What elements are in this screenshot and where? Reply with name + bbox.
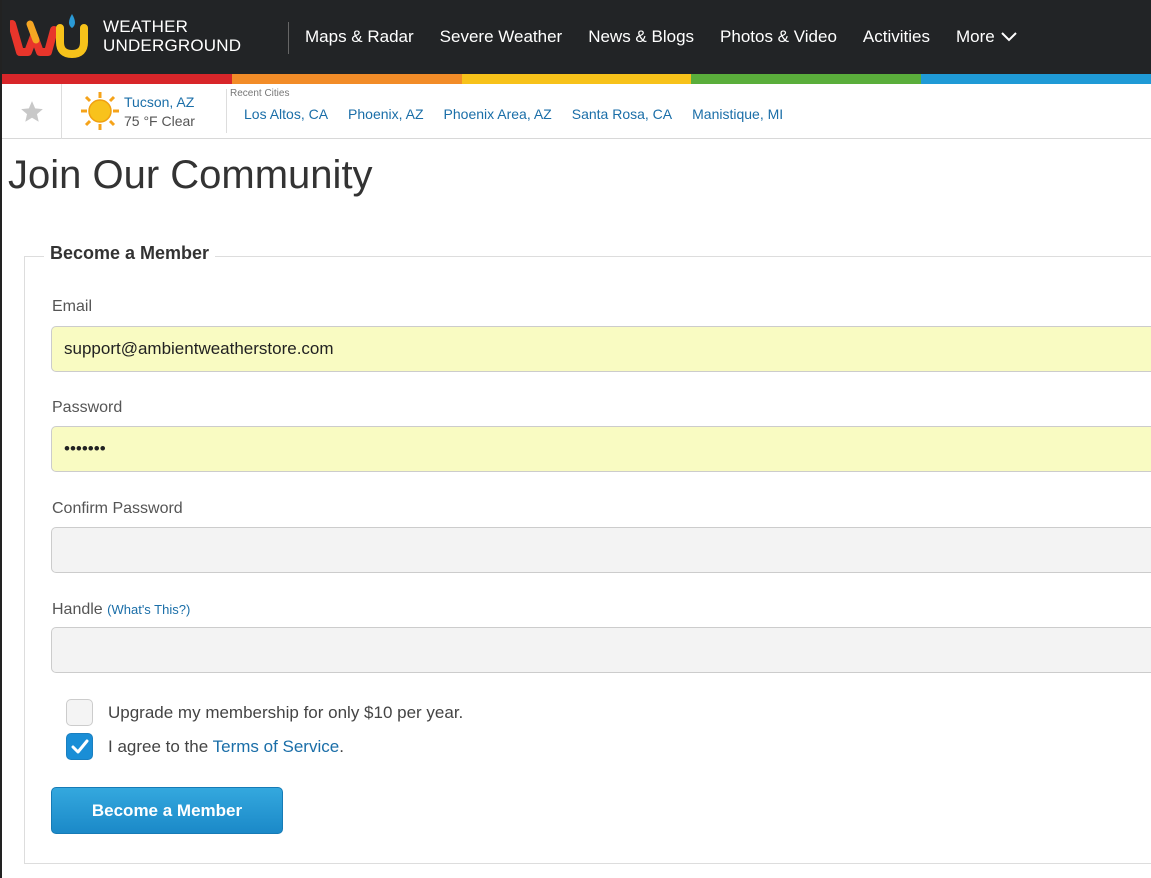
email-field[interactable] <box>51 326 1151 372</box>
fieldset-legend: Become a Member <box>44 243 216 264</box>
upgrade-checkbox[interactable] <box>66 699 93 726</box>
confirm-password-label: Confirm Password <box>52 500 183 517</box>
nav-activities[interactable]: Activities <box>863 27 930 47</box>
nav-menu: Maps & Radar Severe Weather News & Blogs… <box>305 0 1043 74</box>
chevron-down-icon <box>1001 32 1017 42</box>
sunny-weather-icon <box>81 92 119 130</box>
recent-city-link[interactable]: Manistique, MI <box>692 106 783 122</box>
favorite-star-button[interactable] <box>2 84 62 139</box>
current-conditions: 75 °F Clear <box>124 113 195 129</box>
confirm-password-field[interactable] <box>51 527 1151 573</box>
recent-city-link[interactable]: Phoenix Area, AZ <box>444 106 552 122</box>
recent-city-link[interactable]: Santa Rosa, CA <box>572 106 672 122</box>
current-city-link[interactable]: Tucson, AZ <box>124 94 194 110</box>
logo-wordmark[interactable]: WEATHER UNDERGROUND <box>103 17 241 55</box>
whats-this-link[interactable]: (What's This?) <box>107 602 190 617</box>
recent-divider <box>226 89 227 133</box>
nav-divider <box>288 22 289 54</box>
logo-line1: WEATHER <box>103 17 189 36</box>
terms-suffix: . <box>339 736 344 756</box>
upgrade-option: Upgrade my membership for only $10 per y… <box>66 699 463 726</box>
location-bar: Tucson, AZ 75 °F Clear Recent Cities Los… <box>2 84 1151 139</box>
checkmark-icon <box>71 739 88 753</box>
wu-logo-icon[interactable] <box>10 10 96 60</box>
terms-option: I agree to the Terms of Service. <box>66 733 344 760</box>
email-label: Email <box>52 298 93 315</box>
nav-more[interactable]: More <box>956 27 1017 47</box>
nav-photos-video[interactable]: Photos & Video <box>720 27 837 47</box>
nav-news-blogs[interactable]: News & Blogs <box>588 27 694 47</box>
password-label: Password <box>52 399 123 416</box>
handle-label-text: Handle <box>52 601 103 618</box>
terms-prefix: I agree to the <box>108 736 209 756</box>
handle-field[interactable] <box>51 627 1151 673</box>
recent-city-link[interactable]: Los Altos, CA <box>244 106 328 122</box>
upgrade-label: Upgrade my membership for only $10 per y… <box>108 702 464 722</box>
handle-label: Handle (What's This?) <box>52 601 190 619</box>
page-title: Join Our Community <box>8 153 373 197</box>
terms-of-service-link[interactable]: Terms of Service <box>213 737 340 756</box>
nav-severe-weather[interactable]: Severe Weather <box>440 27 563 47</box>
become-member-button[interactable]: Become a Member <box>51 787 283 834</box>
nav-more-label: More <box>956 27 995 46</box>
terms-checkbox[interactable] <box>66 733 93 760</box>
recent-city-link[interactable]: Phoenix, AZ <box>348 106 424 122</box>
terms-label: I agree to the Terms of Service. <box>108 737 344 757</box>
rainbow-stripe <box>2 74 1151 84</box>
logo-line2: UNDERGROUND <box>103 36 242 55</box>
nav-maps-radar[interactable]: Maps & Radar <box>305 27 414 47</box>
star-icon <box>20 100 43 122</box>
password-field[interactable] <box>51 426 1151 472</box>
recent-cities-list: Los Altos, CA Phoenix, AZ Phoenix Area, … <box>244 106 783 122</box>
recent-cities-label: Recent Cities <box>230 88 290 99</box>
